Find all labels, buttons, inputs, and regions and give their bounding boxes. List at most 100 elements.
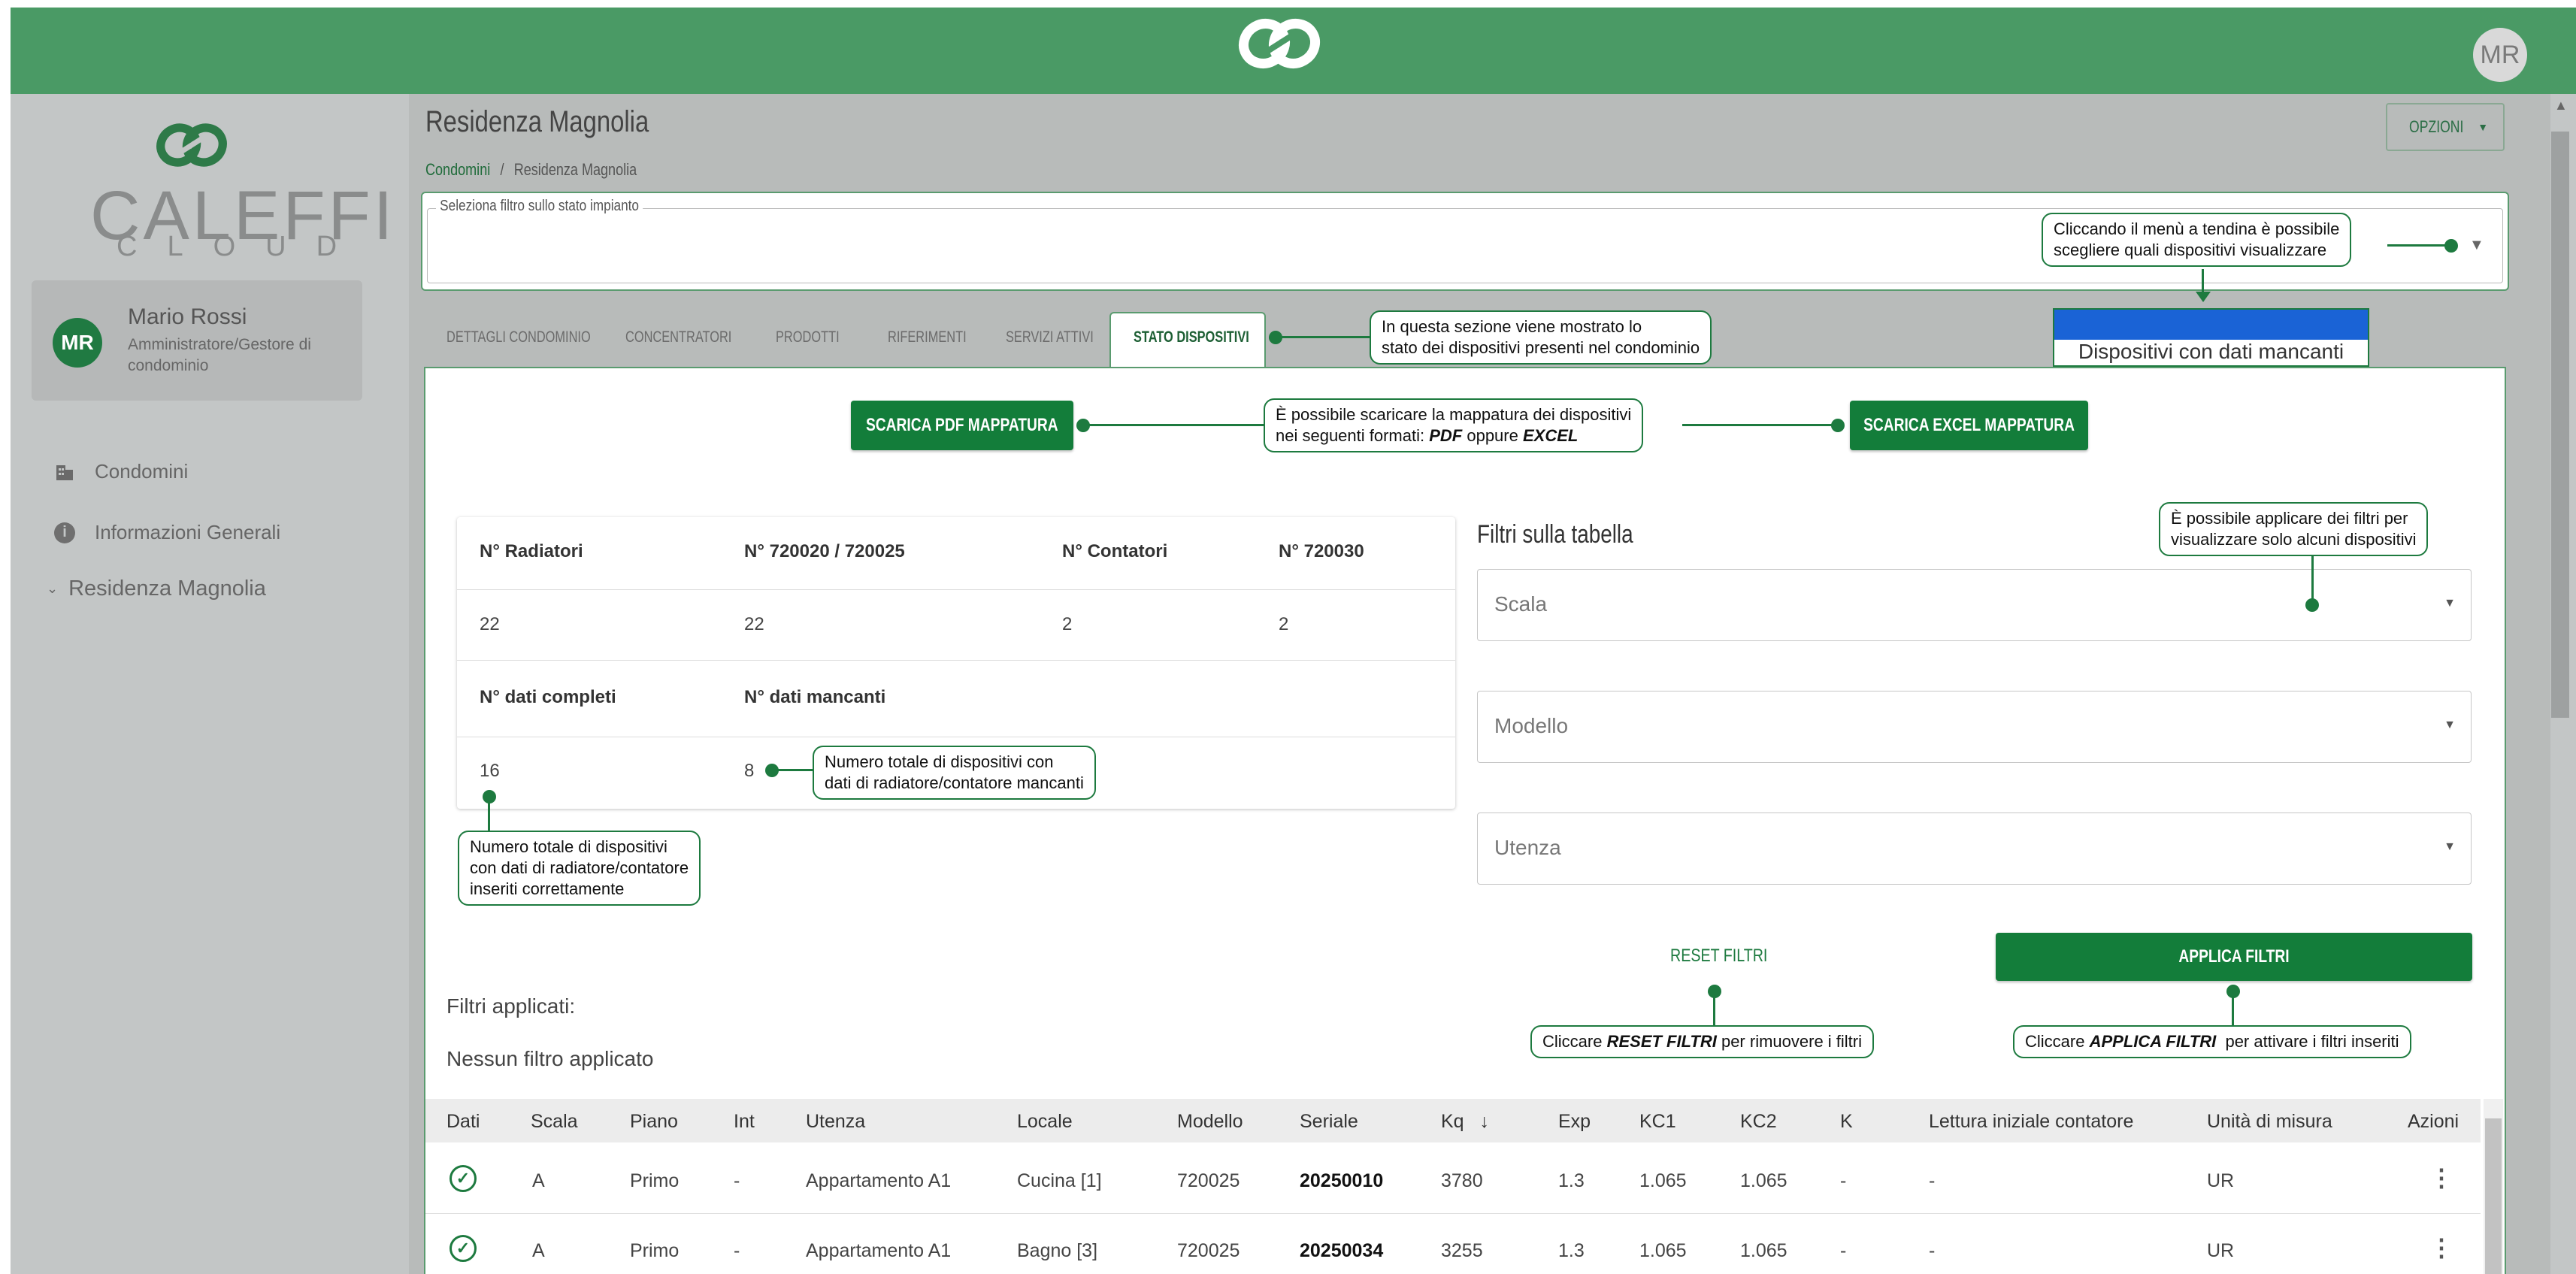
cell-scala: A [532, 1170, 545, 1191]
check-circle-icon: ✓ [450, 1235, 477, 1262]
connector-dot [1831, 419, 1845, 432]
column-header-utenza[interactable]: Utenza [806, 1111, 865, 1133]
column-header-kq[interactable]: Kq ↓ [1441, 1111, 1489, 1133]
callout-text: con dati di radiatore/contatore [470, 858, 689, 877]
tab-prodotti[interactable]: PRODOTTI [776, 328, 840, 346]
brand-subtitle: CLOUD [117, 231, 368, 262]
caret-down-icon: ▼ [2478, 121, 2489, 133]
status-filter-legend: Seleziona filtro sullo stato impianto [436, 198, 643, 215]
download-excel-button[interactable]: SCARICA EXCEL MAPPATURA [1850, 401, 2088, 450]
tab-stato-dispositivi[interactable]: STATO DISPOSITIVI [1134, 328, 1249, 346]
utenza-placeholder: Utenza [1494, 836, 1561, 859]
column-header-kq-label: Kq [1441, 1111, 1464, 1132]
callout-text: inseriti correttamente [470, 879, 625, 898]
cell-utenza: Appartamento A1 [806, 1170, 952, 1191]
callout-text: visualizzare solo alcuni dispositivi [2171, 530, 2417, 549]
cell-piano: Primo [630, 1170, 680, 1191]
column-header-seriale[interactable]: Seriale [1300, 1111, 1358, 1133]
column-header-int[interactable]: Int [734, 1111, 755, 1133]
callout-text: per rimuovere i filtri [1716, 1032, 1862, 1051]
apply-filters-button[interactable]: APPLICA FILTRI [1996, 933, 2472, 981]
callout-text: È possibile scaricare la mappatura dei d… [1276, 405, 1632, 424]
sidebar-item-residenza[interactable]: ⌄ Residenza Magnolia [47, 576, 266, 601]
connector-line [488, 797, 490, 831]
callout-filters: È possibile applicare dei filtri per vis… [2159, 502, 2429, 556]
cell-exp: 1.3 [1558, 1170, 1585, 1191]
more-vertical-icon[interactable]: ⋮ [2429, 1164, 2453, 1192]
cell-seriale: 20250034 [1300, 1240, 1384, 1261]
cell-unita: UR [2207, 1240, 2235, 1261]
cell-seriale: 20250010 [1300, 1170, 1384, 1191]
cell-unita: UR [2207, 1170, 2235, 1191]
connector-line [1713, 991, 1715, 1025]
cell-exp: 1.3 [1558, 1240, 1585, 1261]
callout-text: nei seguenti formati: [1276, 426, 1430, 445]
info-icon: i [54, 522, 75, 543]
reset-filters-button[interactable]: RESET FILTRI [1670, 946, 1767, 967]
callout-download: È possibile scaricare la mappatura dei d… [1264, 398, 1644, 452]
tab-riferimenti[interactable]: RIFERIMENTI [888, 328, 967, 346]
arrow-down-icon [2196, 292, 2211, 302]
tab-dettagli-condominio[interactable]: DETTAGLI CONDOMINIO [446, 328, 591, 346]
cell-k: - [1840, 1240, 1847, 1261]
utenza-select[interactable]: Utenza ▼ [1477, 813, 2472, 885]
cell-k: - [1840, 1170, 1847, 1191]
column-header-unita[interactable]: Unità di misura [2207, 1111, 2332, 1133]
stat-header-completi: N° dati completi [480, 687, 616, 707]
table-scrollbar-thumb[interactable] [2485, 1118, 2502, 1274]
modello-select[interactable]: Modello ▼ [1477, 691, 2472, 763]
column-header-lettura[interactable]: Lettura iniziale contatore [1929, 1111, 2133, 1133]
column-header-piano[interactable]: Piano [630, 1111, 678, 1133]
cell-piano: Primo [630, 1240, 680, 1261]
user-name: Mario Rossi [128, 304, 247, 329]
divider [425, 1213, 2481, 1214]
caret-down-icon[interactable]: ▼ [2469, 237, 2484, 254]
tab-servizi-attivi[interactable]: SERVIZI ATTIVI [1006, 328, 1094, 346]
sidebar-item-informazioni[interactable]: i Informazioni Generali [54, 521, 280, 544]
callout-text: Cliccare [1542, 1032, 1607, 1051]
stat-value-completi: 16 [480, 761, 500, 781]
caret-down-icon: ▼ [2444, 597, 2456, 610]
cell-locale: Cucina [1] [1017, 1170, 1102, 1191]
column-header-modello[interactable]: Modello [1177, 1111, 1243, 1133]
column-header-locale[interactable]: Locale [1017, 1111, 1073, 1133]
column-header-exp[interactable]: Exp [1558, 1111, 1591, 1133]
breadcrumb-separator: / [500, 160, 504, 179]
connector-dot [1269, 331, 1282, 344]
callout-text: oppure [1462, 426, 1523, 445]
more-vertical-icon[interactable]: ⋮ [2429, 1233, 2453, 1262]
callout-reset: Cliccare RESET FILTRI per rimuovere i fi… [1530, 1025, 1874, 1058]
apply-filters-label: APPLICA FILTRI [2178, 946, 2290, 967]
connector-line [2232, 991, 2234, 1025]
cell-locale: Bagno [3] [1017, 1240, 1098, 1261]
connector-line [2311, 555, 2314, 601]
tab-concentratori[interactable]: CONCENTRATORI [625, 328, 731, 346]
dropdown-option-selected[interactable] [2054, 310, 2368, 340]
breadcrumb-link-condomini[interactable]: Condomini [425, 160, 490, 179]
callout-bold-excel: EXCEL [1522, 426, 1579, 445]
caret-down-icon: ▼ [2444, 719, 2456, 731]
options-button[interactable]: OPZIONI ▼ [2386, 103, 2505, 151]
column-header-k[interactable]: K [1840, 1111, 1853, 1133]
column-header-kc1[interactable]: KC1 [1639, 1111, 1676, 1133]
user-avatar-top[interactable]: MR [2473, 28, 2527, 82]
chevron-down-icon: ⌄ [47, 581, 59, 596]
stat-value-720030: 2 [1279, 614, 1289, 634]
callout-bold-pdf: PDF [1429, 426, 1463, 445]
page-scrollbar-thumb[interactable] [2551, 132, 2569, 718]
download-pdf-button[interactable]: SCARICA PDF MAPPATURA [851, 401, 1073, 450]
dropdown-option-dati-mancanti[interactable]: Dispositivi con dati mancanti [2054, 340, 2368, 364]
cell-lettura: - [1929, 1170, 1936, 1191]
column-header-scala[interactable]: Scala [531, 1111, 578, 1133]
sidebar-item-condomini[interactable]: Condomini [54, 460, 188, 483]
column-header-dati[interactable]: Dati [446, 1111, 480, 1133]
scala-select[interactable]: Scala ▼ [1477, 569, 2472, 641]
connector-line [2387, 244, 2450, 247]
stat-header-radiatori: N° Radiatori [480, 541, 583, 561]
applied-filters-label: Filtri applicati: [446, 994, 576, 1018]
callout-text: dati di radiatore/contatore mancanti [825, 773, 1084, 792]
caret-down-icon: ▼ [2444, 840, 2456, 853]
column-header-kc2[interactable]: KC2 [1740, 1111, 1777, 1133]
cell-lettura: - [1929, 1240, 1936, 1261]
scroll-up-icon[interactable]: ▲ [2554, 98, 2568, 113]
